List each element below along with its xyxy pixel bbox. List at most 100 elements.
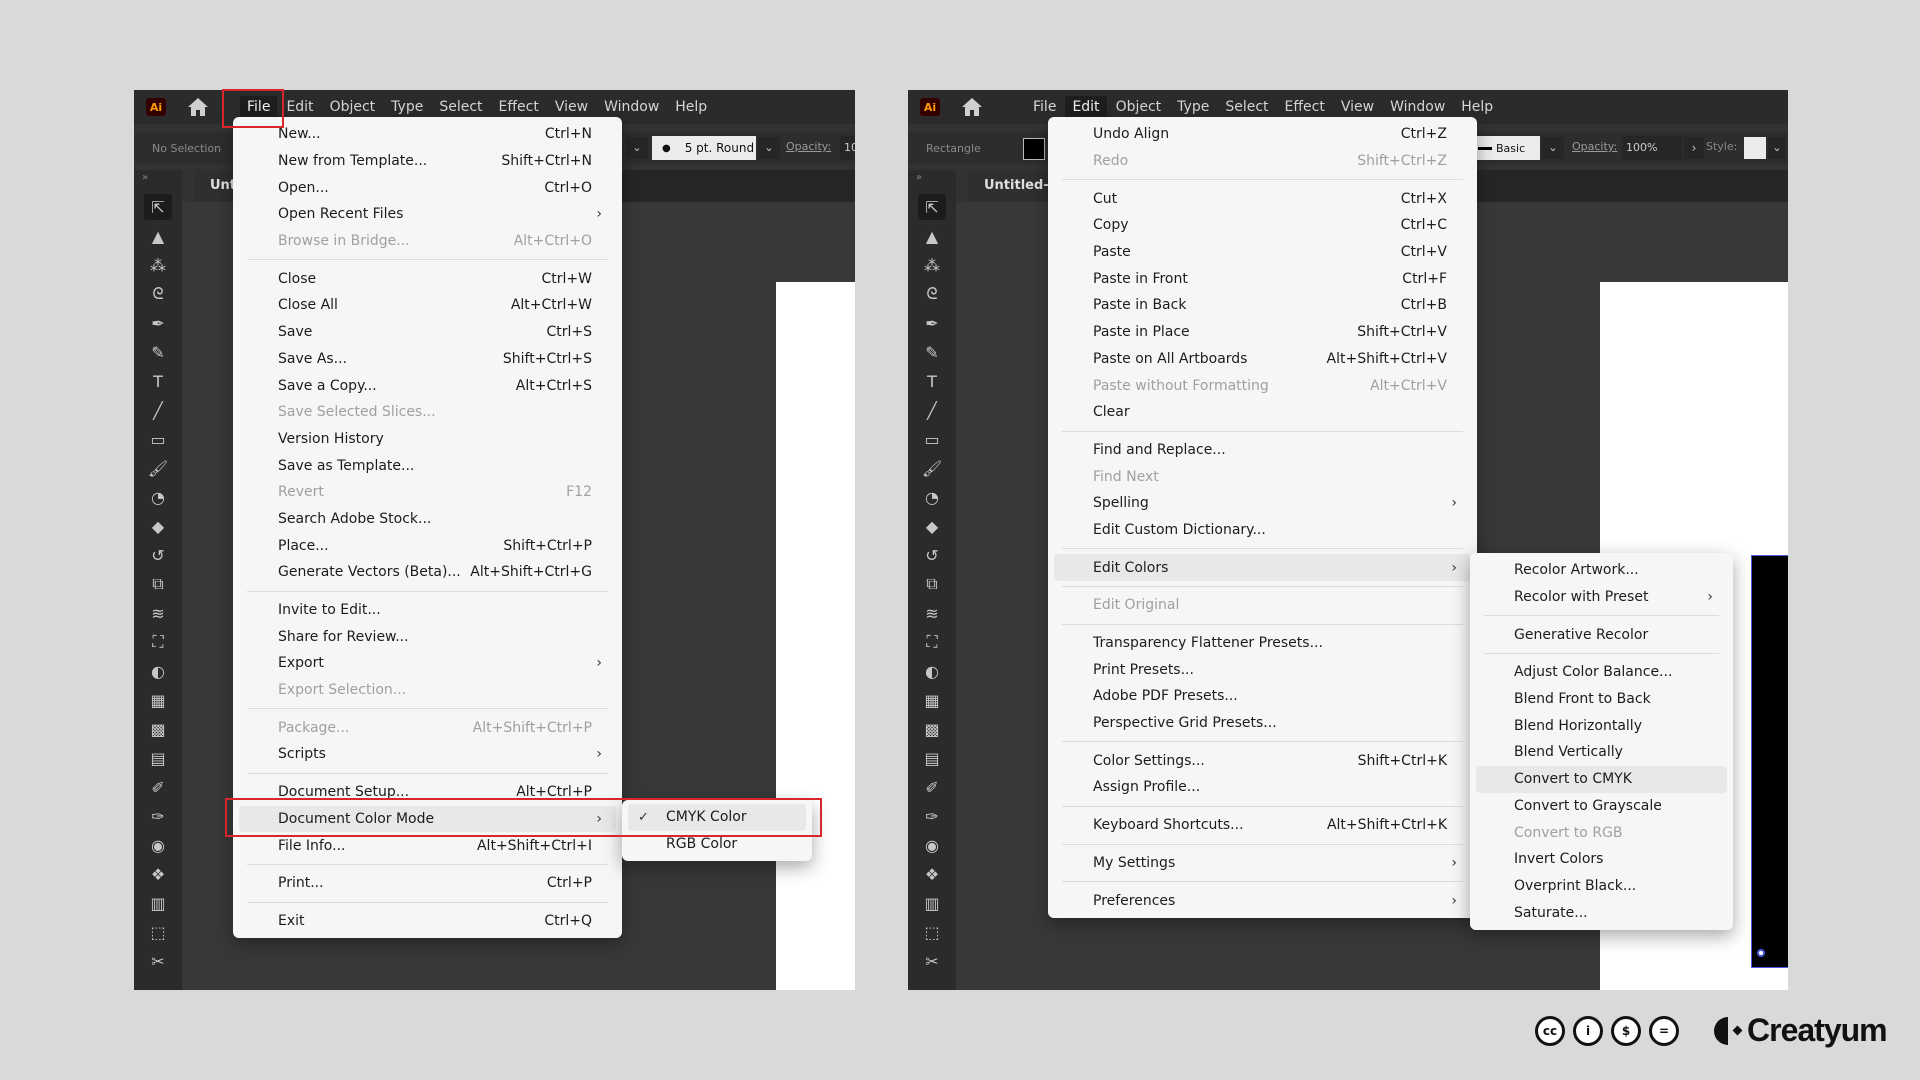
curvature-tool-icon[interactable]: ✎ — [144, 339, 172, 365]
menu-view[interactable]: View — [548, 96, 595, 118]
menu-type[interactable]: Type — [1170, 96, 1216, 118]
slice-tool-icon[interactable]: ✂ — [144, 948, 172, 974]
artboard-tool-icon[interactable]: ⬚ — [918, 919, 946, 945]
mesh-tool-icon[interactable]: ▩ — [144, 716, 172, 742]
blob-brush-tool-icon[interactable]: ◔ — [918, 484, 946, 510]
menu-item-undo-align[interactable]: Undo Align Ctrl+Z — [1054, 121, 1471, 148]
artboard[interactable] — [776, 282, 855, 990]
collapse-panel-icon[interactable]: » — [916, 172, 922, 183]
eyedropper-tool-icon[interactable]: ✐ — [144, 774, 172, 800]
column-graph-tool-icon[interactable]: ▥ — [918, 890, 946, 916]
menu-edit[interactable]: Edit — [279, 96, 320, 118]
fill-color-swatch[interactable] — [1023, 138, 1045, 160]
menu-item-paste-in-place[interactable]: Paste in Place Shift+Ctrl+V — [1054, 319, 1471, 346]
perspective-grid-tool-icon[interactable]: ▦ — [918, 687, 946, 713]
free-transform-tool-icon[interactable]: ⛶ — [144, 629, 172, 655]
menu-item-search-adobe-stock[interactable]: Search Adobe Stock... — [239, 506, 616, 533]
menu-object[interactable]: Object — [1109, 96, 1169, 118]
shape-builder-tool-icon[interactable]: ◐ — [918, 658, 946, 684]
menu-item-document-setup[interactable]: Document Setup... Alt+Ctrl+P — [239, 779, 616, 806]
rectangle-tool-icon[interactable]: ▭ — [144, 426, 172, 452]
rotate-tool-icon[interactable]: ↺ — [144, 542, 172, 568]
menu-item-print[interactable]: Print... Ctrl+P — [239, 870, 616, 897]
menu-item-open[interactable]: Open... Ctrl+O — [239, 174, 616, 201]
column-graph-tool-icon[interactable]: ▥ — [144, 890, 172, 916]
menu-item-exit[interactable]: Exit Ctrl+Q — [239, 908, 616, 935]
stroke-style-dropdown[interactable]: Basic — [1476, 136, 1540, 160]
eyedropper-tool-icon[interactable]: ✐ — [918, 774, 946, 800]
scale-tool-icon[interactable]: ⧉ — [144, 571, 172, 597]
menu-file[interactable]: File — [240, 96, 278, 118]
chevron-down-icon[interactable]: ⌄ — [1542, 137, 1564, 159]
menu-item-recolor-artwork[interactable]: Recolor Artwork... — [1476, 557, 1727, 584]
selection-tool-icon[interactable]: ⇱ — [918, 194, 946, 220]
menu-item-save-as[interactable]: Save As... Shift+Ctrl+S — [239, 346, 616, 373]
measure-tool-icon[interactable]: ✑ — [918, 803, 946, 829]
menu-item-recolor-with-preset[interactable]: Recolor with Preset › — [1476, 584, 1727, 611]
menu-item-overprint-black[interactable]: Overprint Black... — [1476, 873, 1727, 900]
menu-item-adjust-color-balance[interactable]: Adjust Color Balance... — [1476, 659, 1727, 686]
menu-item-blend-vertically[interactable]: Blend Vertically — [1476, 739, 1727, 766]
menu-select[interactable]: Select — [1218, 96, 1275, 118]
artboard-tool-icon[interactable]: ⬚ — [144, 919, 172, 945]
menu-item-clear[interactable]: Clear — [1054, 399, 1471, 426]
paintbrush-tool-icon[interactable]: 🖌 — [144, 455, 172, 481]
menu-item-my-settings[interactable]: My Settings › — [1054, 850, 1471, 877]
menu-edit[interactable]: Edit — [1065, 96, 1107, 118]
lasso-tool-icon[interactable]: ᘓ — [144, 281, 172, 307]
line-tool-icon[interactable]: ╱ — [918, 397, 946, 423]
opacity-label[interactable]: Opacity: — [1572, 140, 1617, 153]
menu-item-generate-vectors-beta[interactable]: Generate Vectors (Beta)... Alt+Shift+Ctrl… — [239, 559, 616, 586]
home-icon[interactable] — [186, 96, 210, 118]
chevron-down-icon[interactable]: ⌄ — [626, 137, 648, 159]
magic-wand-tool-icon[interactable]: ⁂ — [144, 252, 172, 278]
eraser-tool-icon[interactable]: ◆ — [918, 513, 946, 539]
menu-item-edit-custom-dictionary[interactable]: Edit Custom Dictionary... — [1054, 517, 1471, 544]
menu-item-place[interactable]: Place... Shift+Ctrl+P — [239, 532, 616, 559]
menu-object[interactable]: Object — [323, 96, 383, 118]
menu-item-assign-profile[interactable]: Assign Profile... — [1054, 774, 1471, 801]
menu-file[interactable]: File — [1026, 96, 1063, 118]
collapse-panel-icon[interactable]: » — [142, 172, 148, 183]
menu-item-version-history[interactable]: Version History — [239, 426, 616, 453]
warp-tool-icon[interactable]: ≋ — [144, 600, 172, 626]
menu-item-save[interactable]: Save Ctrl+S — [239, 319, 616, 346]
menu-item-document-color-mode[interactable]: Document Color Mode › — [239, 805, 616, 833]
corner-widget-icon[interactable] — [1757, 949, 1765, 957]
menu-item-generative-recolor[interactable]: Generative Recolor — [1476, 621, 1727, 648]
menu-type[interactable]: Type — [384, 96, 430, 118]
blob-brush-tool-icon[interactable]: ◔ — [144, 484, 172, 510]
menu-select[interactable]: Select — [432, 96, 489, 118]
opacity-input[interactable]: 100% — [1622, 136, 1682, 160]
menu-item-find-and-replace[interactable]: Find and Replace... — [1054, 437, 1471, 464]
menu-item-spelling[interactable]: Spelling › — [1054, 490, 1471, 517]
menu-item-perspective-grid-presets[interactable]: Perspective Grid Presets... — [1054, 710, 1471, 737]
mesh-tool-icon[interactable]: ▩ — [918, 716, 946, 742]
menu-item-blend-horizontally[interactable]: Blend Horizontally — [1476, 712, 1727, 739]
lasso-tool-icon[interactable]: ᘓ — [918, 281, 946, 307]
menu-item-cmyk-color[interactable]: ✓ CMYK Color — [628, 804, 806, 831]
paintbrush-tool-icon[interactable]: 🖌 — [918, 455, 946, 481]
menu-view[interactable]: View — [1334, 96, 1381, 118]
menu-window[interactable]: Window — [597, 96, 666, 118]
menu-item-adobe-pdf-presets[interactable]: Adobe PDF Presets... — [1054, 683, 1471, 710]
rectangle-tool-icon[interactable]: ▭ — [918, 426, 946, 452]
measure-tool-icon[interactable]: ✑ — [144, 803, 172, 829]
chevron-down-icon[interactable]: ⌄ — [758, 137, 780, 159]
menu-item-edit-colors[interactable]: Edit Colors › — [1054, 554, 1471, 581]
chevron-right-icon[interactable]: › — [1684, 137, 1704, 159]
curvature-tool-icon[interactable]: ✎ — [918, 339, 946, 365]
menu-effect[interactable]: Effect — [1278, 96, 1332, 118]
menu-item-new-from-template[interactable]: New from Template... Shift+Ctrl+N — [239, 148, 616, 175]
scale-tool-icon[interactable]: ⧉ — [918, 571, 946, 597]
symbol-sprayer-tool-icon[interactable]: ❖ — [144, 861, 172, 887]
eraser-tool-icon[interactable]: ◆ — [144, 513, 172, 539]
direct-selection-tool-icon[interactable]: ▲ — [144, 223, 172, 249]
menu-item-invite-to-edit[interactable]: Invite to Edit... — [239, 597, 616, 624]
home-icon[interactable] — [960, 96, 984, 118]
pen-tool-icon[interactable]: ✒ — [918, 310, 946, 336]
menu-item-new[interactable]: New... Ctrl+N — [239, 121, 616, 148]
menu-item-close[interactable]: Close Ctrl+W — [239, 265, 616, 292]
menu-item-scripts[interactable]: Scripts › — [239, 741, 616, 768]
magic-wand-tool-icon[interactable]: ⁂ — [918, 252, 946, 278]
